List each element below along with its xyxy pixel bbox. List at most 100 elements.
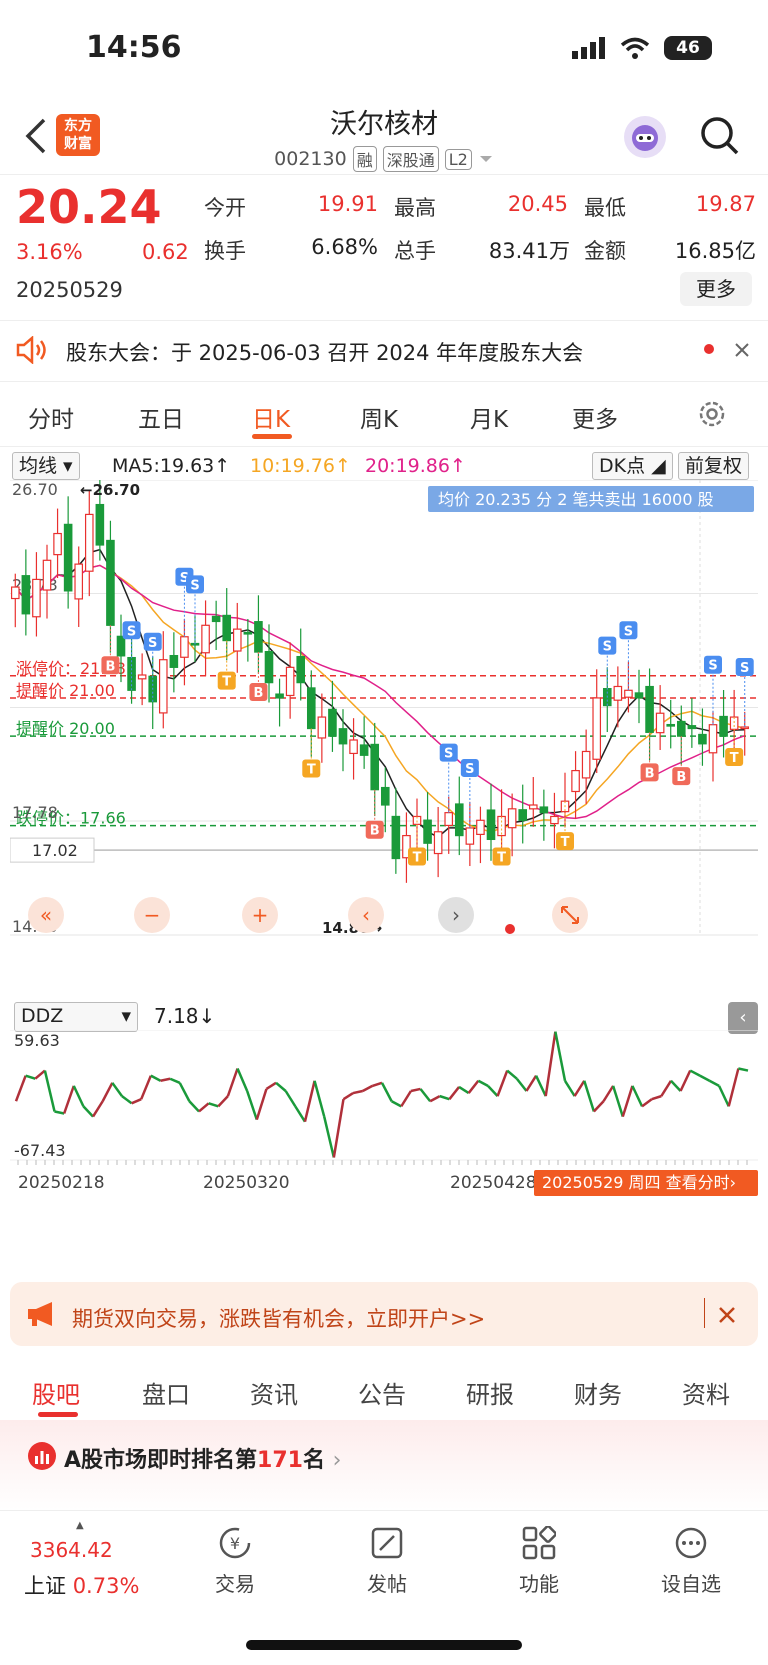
- assistant-robot-icon[interactable]: [624, 116, 666, 158]
- ddz-segment: [284, 1090, 297, 1108]
- nav-trade[interactable]: 交易: [185, 1568, 285, 1597]
- candle-body: [42, 559, 52, 591]
- ddz-segment: [525, 1074, 538, 1092]
- search-icon[interactable]: [700, 116, 740, 156]
- ddz-segment: [660, 1080, 673, 1097]
- tab-profile[interactable]: 资料: [682, 1375, 730, 1410]
- ma20-line: [14, 564, 745, 820]
- close-promo-icon[interactable]: [718, 1306, 736, 1324]
- tab-guba[interactable]: 股吧: [32, 1375, 80, 1410]
- fullscreen-icon[interactable]: [552, 897, 588, 933]
- nav-watchlist[interactable]: 设自选: [641, 1568, 741, 1597]
- cursor-label: 20250529 周四 查看分时›: [542, 1173, 736, 1192]
- candle: [433, 806, 443, 878]
- edit-post-icon: [371, 1527, 403, 1559]
- candle: [349, 718, 358, 780]
- close-notice-icon[interactable]: [734, 342, 750, 358]
- gear-icon[interactable]: [696, 398, 728, 430]
- signal-letter: B: [105, 659, 115, 674]
- tab-pankou[interactable]: 盘口: [142, 1375, 190, 1410]
- candle: [232, 602, 242, 673]
- chart-control-button[interactable]: ›: [438, 897, 474, 933]
- ddz-segment: [82, 1105, 94, 1118]
- ddz-segment: [217, 1095, 229, 1108]
- megaphone-icon: [28, 1302, 52, 1326]
- candle: [719, 689, 728, 758]
- ddz-segment: [91, 1100, 104, 1118]
- ddz-segment: [34, 1069, 46, 1080]
- candle: [275, 678, 284, 727]
- x-tick-label: 20250320: [203, 1173, 290, 1193]
- ddz-segment: [689, 1069, 701, 1077]
- chart-control-button[interactable]: «: [28, 897, 64, 933]
- candlestick-chart[interactable]: 涨停价：21.58提醒价 21.00提醒价 20.00跌停价：17.6617.0…: [10, 480, 758, 995]
- turnover-label: 换手: [204, 239, 246, 263]
- candle: [296, 628, 306, 701]
- adjust-select[interactable]: 前复权: [678, 452, 750, 480]
- signal-letter: S: [708, 659, 717, 674]
- tab-daily-k[interactable]: 日K: [252, 400, 290, 434]
- low-label: 最低: [584, 196, 626, 220]
- open-value: 19.91: [317, 192, 378, 216]
- tab-announcements[interactable]: 公告: [358, 1375, 406, 1410]
- tab-more[interactable]: 更多: [572, 400, 618, 434]
- ddz-segment: [313, 1080, 326, 1117]
- high-label: 最高: [394, 196, 436, 220]
- ddz-segment: [169, 1077, 181, 1084]
- nav-function[interactable]: 功能: [489, 1568, 589, 1597]
- tab-five-day[interactable]: 五日: [138, 400, 184, 434]
- ddz-segment: [448, 1086, 461, 1100]
- ddz-segment: [140, 1075, 152, 1100]
- tab-weekly-k[interactable]: 周K: [360, 400, 398, 434]
- ddz-segment: [332, 1098, 345, 1158]
- candle: [687, 698, 697, 748]
- chart-control-button[interactable]: ‹: [348, 897, 384, 933]
- candle-body: [465, 827, 475, 845]
- y-tick-label: 17.78: [12, 803, 58, 822]
- indicator-select[interactable]: DDZ ▾: [14, 1002, 138, 1032]
- tag-connect: 深股通: [382, 146, 439, 172]
- signal-icon: [572, 37, 605, 59]
- chart-control-button[interactable]: −: [134, 897, 170, 933]
- y-tick-label: 26.70: [12, 480, 58, 499]
- ddz-segment: [111, 1082, 123, 1097]
- ddz-segment: [131, 1098, 142, 1105]
- amount-value: 16.85亿: [674, 239, 756, 263]
- tab-finance[interactable]: 财务: [574, 1375, 622, 1410]
- tab-news[interactable]: 资讯: [250, 1375, 298, 1410]
- candle: [21, 549, 31, 636]
- index-label[interactable]: 上证 0.73%: [24, 1570, 139, 1600]
- candle-body: [158, 659, 168, 714]
- dk-select[interactable]: DK点 ◢: [592, 452, 673, 480]
- ma20-value: 20:19.86↑: [365, 455, 466, 477]
- candle-body: [433, 831, 443, 855]
- ddz-segment: [342, 1092, 354, 1101]
- ddz-segment: [303, 1080, 316, 1122]
- tab-monthly-k[interactable]: 月K: [470, 400, 508, 434]
- candle-body: [32, 578, 41, 618]
- ddz-segment: [554, 1031, 567, 1082]
- ddz-segment: [563, 1080, 576, 1097]
- active-tab-underline: [252, 434, 292, 439]
- candle-body: [444, 812, 454, 827]
- ddz-indicator-chart[interactable]: 59.63 -67.43 20250218 20250320 20250428 20250…: [10, 1030, 758, 1230]
- status-time: 14:56: [86, 30, 182, 65]
- rank-chart-icon: [28, 1442, 56, 1470]
- ma-select[interactable]: 均线 ▾: [12, 452, 80, 480]
- last-price: 20.24: [16, 180, 162, 234]
- candle-body: [592, 697, 602, 760]
- candle-body: [10, 586, 20, 600]
- ddz-y-max-label: 59.63: [14, 1031, 60, 1050]
- alert-line-2-label: 提醒价 20.00: [16, 719, 115, 738]
- caret-up-icon: ▲: [76, 1520, 84, 1531]
- more-quote-button[interactable]: 更多: [680, 272, 752, 306]
- ddz-segment: [362, 1084, 373, 1093]
- chart-control-button[interactable]: +: [242, 897, 278, 933]
- tab-intraday[interactable]: 分时: [28, 400, 74, 434]
- candle: [507, 793, 517, 857]
- ddz-segment: [72, 1085, 85, 1107]
- candle-body: [180, 636, 189, 658]
- tab-research[interactable]: 研报: [466, 1375, 514, 1410]
- index-value[interactable]: 3364.42: [30, 1538, 113, 1562]
- nav-post[interactable]: 发帖: [337, 1568, 437, 1597]
